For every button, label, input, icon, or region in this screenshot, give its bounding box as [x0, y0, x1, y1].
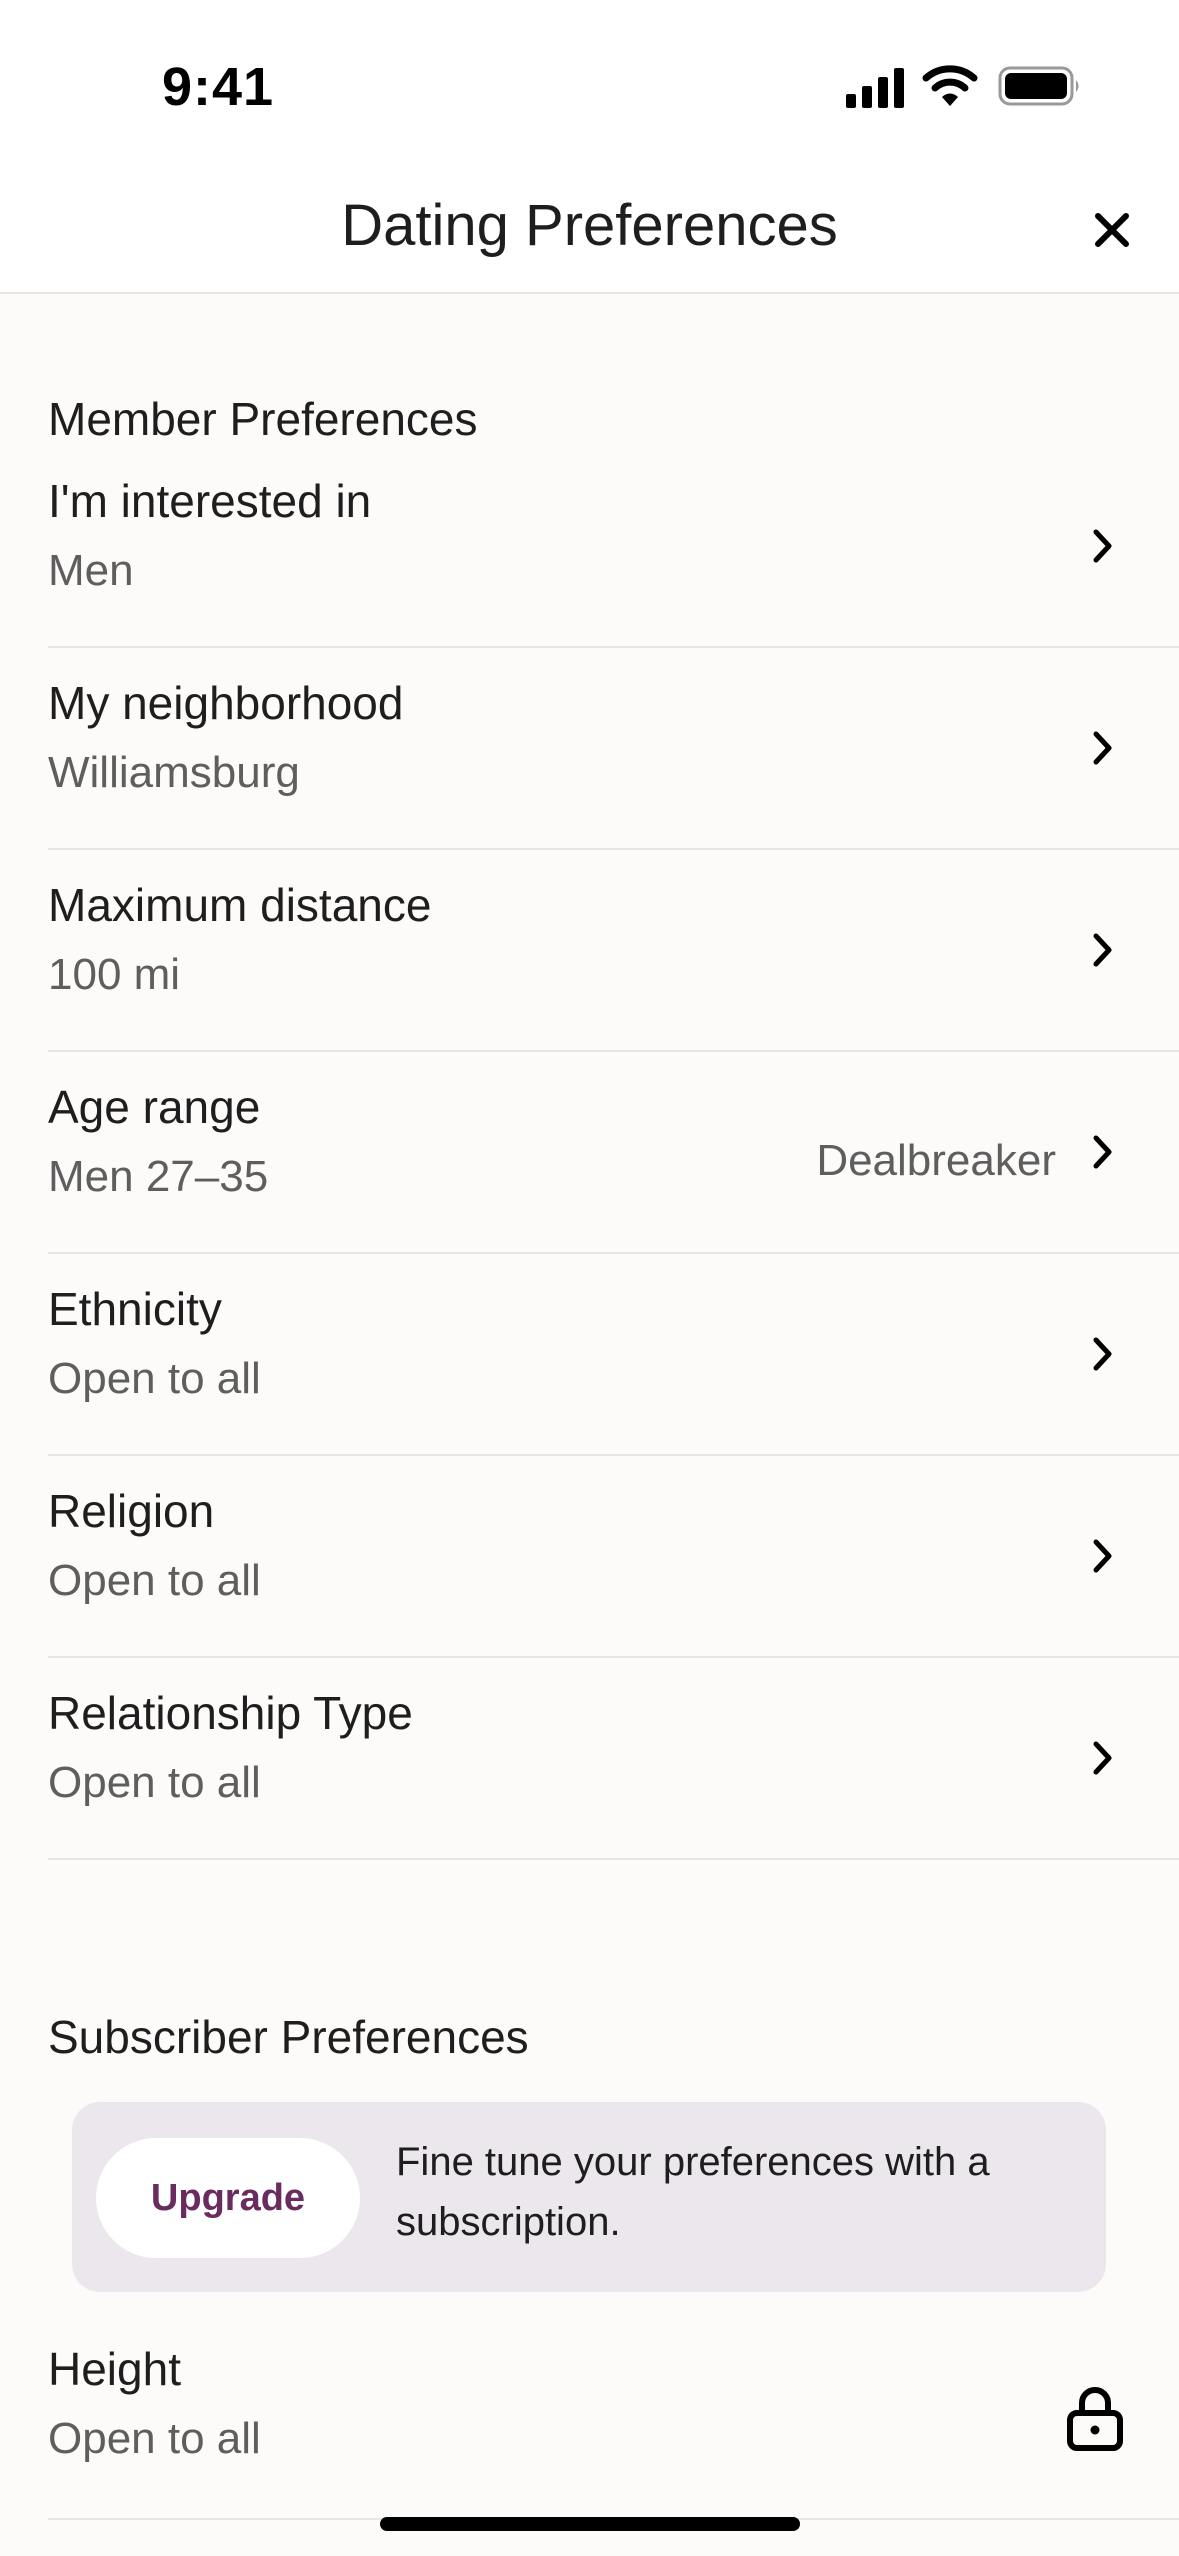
chevron-right-icon	[1093, 731, 1112, 765]
pref-row-neighborhood[interactable]: My neighborhood Williamsburg	[48, 648, 1179, 850]
row-value: Open to all	[48, 1556, 261, 1605]
upgrade-button[interactable]: Upgrade	[96, 2138, 360, 2258]
chevron-right-icon	[1093, 1539, 1112, 1573]
pref-row-interested-in[interactable]: I'm interested in Men	[48, 446, 1179, 648]
dating-preferences-screen: 9:41 Dating Preferences Member Preferenc…	[0, 0, 1179, 2556]
pref-row-ethnicity[interactable]: Ethnicity Open to all	[48, 1254, 1179, 1456]
page-title: Dating Preferences	[341, 193, 838, 258]
status-time: 9:41	[162, 57, 275, 117]
subscriber-preferences-title: Subscriber Preferences	[48, 2011, 529, 2063]
member-preferences-title: Member Preferences	[48, 393, 478, 445]
close-icon	[1095, 213, 1129, 247]
row-value: Men	[48, 546, 134, 595]
wifi-icon	[922, 65, 978, 106]
cellular-signal-icon	[846, 68, 904, 108]
pref-row-age-range[interactable]: Age range Men 27–35 Dealbreaker	[48, 1052, 1179, 1254]
row-value: Open to all	[48, 2414, 261, 2463]
row-label: Age range	[48, 1081, 261, 1133]
chevron-right-icon	[1093, 529, 1112, 563]
row-label: Maximum distance	[48, 879, 432, 931]
close-button[interactable]	[1082, 200, 1142, 260]
row-label: I'm interested in	[48, 475, 372, 527]
pref-row-religion[interactable]: Religion Open to all	[48, 1456, 1179, 1658]
row-label: Ethnicity	[48, 1283, 222, 1335]
lock-icon	[1067, 2387, 1123, 2451]
row-value: Open to all	[48, 1758, 261, 1807]
pref-row-relationship-type[interactable]: Relationship Type Open to all	[48, 1658, 1179, 1860]
home-indicator	[380, 2517, 800, 2531]
status-bar: 9:41	[0, 0, 1179, 170]
dealbreaker-tag: Dealbreaker	[816, 1136, 1056, 1185]
chevron-right-icon	[1093, 933, 1112, 967]
row-value: 100 mi	[48, 950, 181, 999]
chevron-right-icon	[1093, 1135, 1112, 1169]
row-label: My neighborhood	[48, 677, 404, 729]
navigation-header: Dating Preferences	[0, 170, 1179, 294]
row-value: Open to all	[48, 1354, 261, 1403]
battery-icon	[998, 66, 1079, 106]
row-label: Relationship Type	[48, 1687, 413, 1739]
upgrade-banner: Upgrade Fine tune your preferences with …	[72, 2102, 1106, 2292]
row-value: Williamsburg	[48, 748, 300, 797]
row-label: Religion	[48, 1485, 215, 1537]
row-label: Height	[48, 2343, 181, 2395]
chevron-right-icon	[1093, 1741, 1112, 1775]
row-value: Men 27–35	[48, 1152, 269, 1201]
pref-row-height[interactable]: Height Open to all	[48, 2314, 1179, 2520]
chevron-right-icon	[1093, 1337, 1112, 1371]
pref-row-maximum-distance[interactable]: Maximum distance 100 mi	[48, 850, 1179, 1052]
upgrade-description: Fine tune your preferences with a subscr…	[396, 2140, 990, 2244]
